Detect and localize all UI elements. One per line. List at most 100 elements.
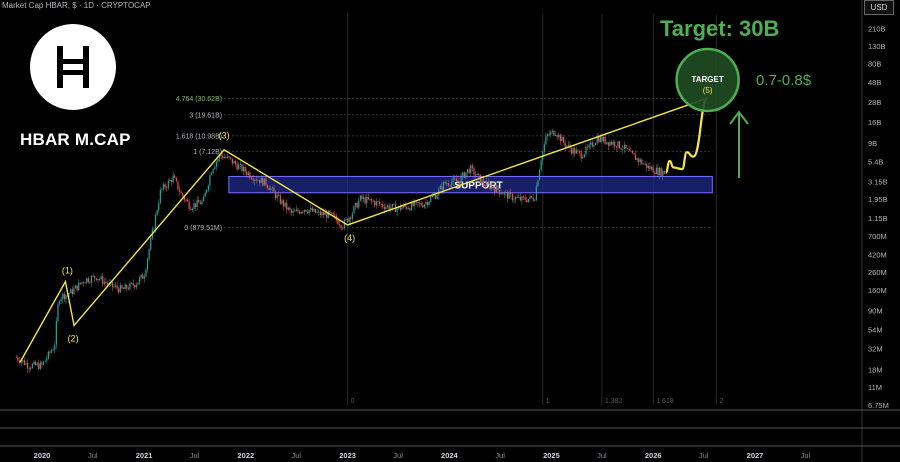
candle-body xyxy=(126,284,128,289)
candle-body xyxy=(537,180,539,187)
candle-body xyxy=(65,294,67,300)
y-tick-label: 6.75M xyxy=(868,401,889,410)
candle-body xyxy=(490,186,493,189)
candle-body xyxy=(47,351,49,359)
candle-body xyxy=(623,144,625,150)
x-tick-label: 2025 xyxy=(543,451,560,460)
candle-body xyxy=(102,276,104,284)
candle-body xyxy=(545,136,547,145)
fib-label: 0 (879.51M) xyxy=(184,225,222,232)
candle-body xyxy=(423,204,425,208)
candle-body xyxy=(30,368,32,369)
target-circle: TARGET (5) xyxy=(675,47,740,113)
candle-body xyxy=(81,282,83,284)
candle-body xyxy=(590,142,592,145)
candle-body xyxy=(94,275,96,279)
candle-body xyxy=(175,178,177,182)
candle-body xyxy=(28,368,30,370)
x-tick-label: 2024 xyxy=(441,451,459,460)
candle-body xyxy=(630,150,632,152)
candle-body xyxy=(599,136,601,143)
candle-body xyxy=(444,182,446,184)
candle-body xyxy=(190,208,192,210)
candle-body xyxy=(209,175,211,186)
candle-body xyxy=(362,197,365,200)
candle-body xyxy=(622,149,624,150)
x-tick-label: 2021 xyxy=(136,451,153,460)
candle-body xyxy=(594,143,597,146)
candle-body xyxy=(426,202,429,206)
candle-body xyxy=(591,142,593,147)
candle-body xyxy=(308,209,310,213)
x-tick-label: Jul xyxy=(393,451,403,460)
candle-body xyxy=(105,281,107,284)
candle-body xyxy=(334,214,336,216)
candle-body xyxy=(84,282,86,284)
hedera-icon xyxy=(57,46,89,88)
fib-time-label: 0 xyxy=(351,398,355,405)
support-zone: SUPPORT xyxy=(228,175,713,194)
target-circle-sub: (5) xyxy=(703,86,713,95)
candle-body xyxy=(247,172,249,175)
candle-body xyxy=(26,363,29,369)
candle-body xyxy=(100,276,102,279)
candle-body xyxy=(332,212,334,215)
candle-body xyxy=(631,150,633,153)
candle-body xyxy=(284,202,286,207)
candle-body xyxy=(473,167,475,175)
candle-body xyxy=(425,202,427,205)
candle-body xyxy=(113,286,115,288)
x-tick-label: 2027 xyxy=(747,451,764,460)
candle-body xyxy=(207,185,209,190)
candle-body xyxy=(25,363,27,365)
candle-body xyxy=(562,136,565,143)
candle-body xyxy=(130,282,133,284)
candle-body xyxy=(217,158,219,162)
candle-body xyxy=(273,187,275,192)
candle-body xyxy=(614,141,616,147)
candle-body xyxy=(41,362,43,365)
candle-body xyxy=(650,167,653,170)
candle-body xyxy=(292,211,294,213)
candle-body xyxy=(98,278,101,280)
candle-body xyxy=(241,164,243,172)
y-tick-label: 130B xyxy=(868,42,886,51)
candle-body xyxy=(138,277,141,283)
candle-body xyxy=(177,181,179,190)
candle-body xyxy=(556,135,558,137)
candle-body xyxy=(166,187,168,189)
candle-body xyxy=(522,196,525,198)
candle-body xyxy=(358,200,360,208)
candle-body xyxy=(407,208,409,210)
candle-body xyxy=(287,207,289,210)
y-tick-label: 1.95B xyxy=(868,195,888,204)
candle-body xyxy=(615,146,617,148)
candle-body xyxy=(610,141,613,145)
candle-body xyxy=(234,161,237,165)
candle-body xyxy=(76,285,78,291)
candle-body xyxy=(196,199,198,207)
candle-body xyxy=(393,203,395,205)
candle-body xyxy=(415,201,417,203)
candle-body xyxy=(300,211,302,214)
candle-body xyxy=(540,160,542,170)
candle-body xyxy=(516,197,518,198)
y-tick-label: 1.15B xyxy=(868,214,888,223)
candle-body xyxy=(122,288,125,290)
candle-body xyxy=(660,168,662,176)
candle-body xyxy=(111,282,113,287)
candle-body xyxy=(172,175,174,183)
chart-canvas[interactable]: 0 1 1.382 1.618 2 4.764 (30.62B) 3 (19.61B) 1.… xyxy=(0,0,900,462)
candle-body xyxy=(228,156,230,158)
candle-body xyxy=(646,163,648,169)
candle-body xyxy=(412,202,414,206)
candle-body xyxy=(500,193,502,195)
wave-label: (3) xyxy=(219,131,230,141)
candle-body xyxy=(145,269,147,277)
candle-body xyxy=(492,186,494,189)
candle-body xyxy=(199,202,201,205)
y-tick-label: 11M xyxy=(868,383,882,392)
candle-body xyxy=(604,136,606,144)
currency-button[interactable]: USD xyxy=(864,0,894,15)
candle-body xyxy=(663,170,665,174)
